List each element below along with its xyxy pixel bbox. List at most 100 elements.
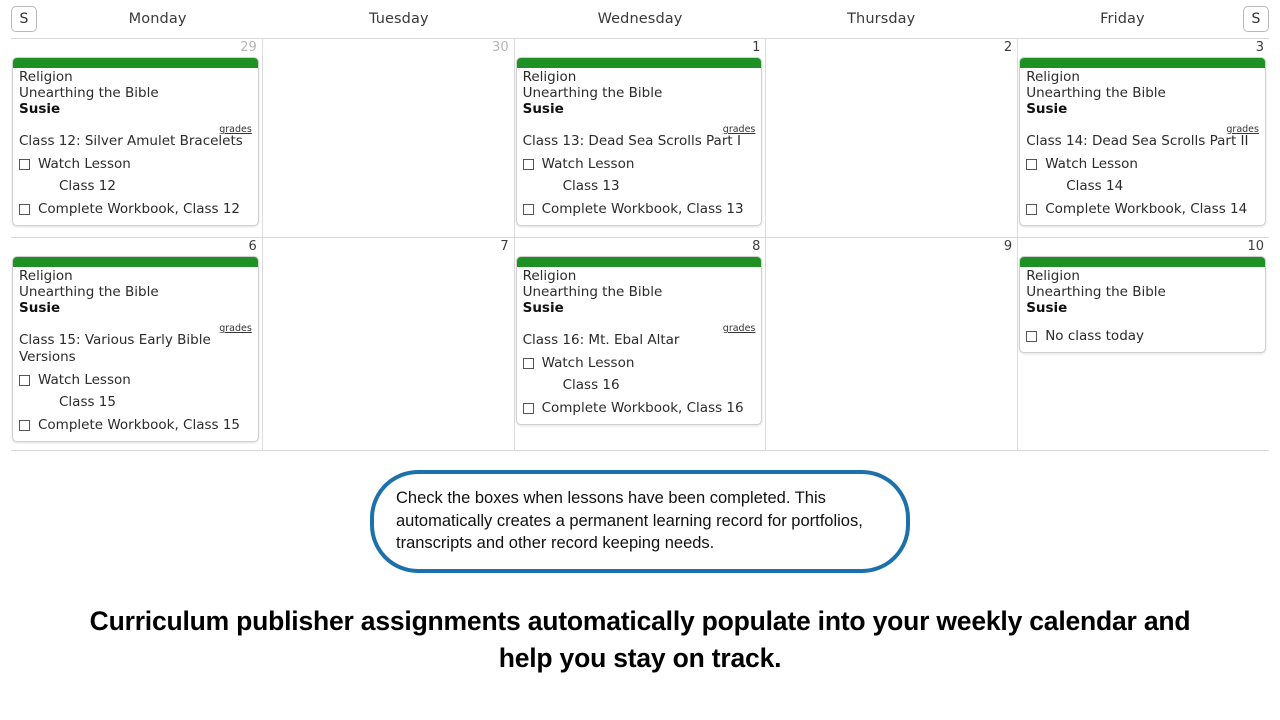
card-student: Susie xyxy=(522,300,564,316)
day-cell[interactable]: 30 xyxy=(263,39,515,237)
card-grades-row: grades xyxy=(1026,117,1259,135)
card-course: Unearthing the Bible xyxy=(19,283,159,300)
checkbox-icon[interactable] xyxy=(1026,159,1038,170)
day-cell[interactable]: 2 xyxy=(766,39,1019,237)
card-subject: Religion xyxy=(522,268,577,284)
day-number: 7 xyxy=(500,239,509,254)
card-subject: Religion xyxy=(19,268,73,284)
calendar-week-row: 29 Religion Unearthing the Bible Susie g… xyxy=(11,39,1269,238)
checkbox-icon[interactable] xyxy=(19,159,30,170)
card-lesson-title: Class 13: Dead Sea Scrolls Part I xyxy=(522,133,741,149)
card-course: Unearthing the Bible xyxy=(522,84,663,101)
day-cell[interactable]: 10 Religion Unearthing the Bible Susie N… xyxy=(1018,238,1269,450)
task-subitem: Class 13 xyxy=(562,178,620,194)
card-course: Unearthing the Bible xyxy=(19,84,159,101)
card-accent-bar xyxy=(13,58,258,68)
checkbox-icon[interactable] xyxy=(522,403,534,414)
day-number: 1 xyxy=(752,40,761,55)
card-lesson-title: Class 14: Dead Sea Scrolls Part II xyxy=(1026,133,1249,149)
day-cell[interactable]: 6 Religion Unearthing the Bible Susie gr… xyxy=(11,238,263,450)
card-course: Unearthing the Bible xyxy=(1026,84,1166,101)
weekday-name-row: Monday Tuesday Wednesday Thursday Friday xyxy=(37,11,1243,27)
task-subitem: Class 14 xyxy=(1066,178,1124,194)
day-cell[interactable]: 9 xyxy=(766,238,1019,450)
calendar-header: S Monday Tuesday Wednesday Thursday Frid… xyxy=(0,0,1280,38)
day-number: 2 xyxy=(1003,40,1013,55)
checkbox-icon[interactable] xyxy=(1026,331,1038,342)
day-number: 30 xyxy=(492,40,509,55)
task-label: Complete Workbook, Class 15 xyxy=(38,417,241,433)
task-label: Watch Lesson xyxy=(1045,156,1138,172)
checkbox-icon[interactable] xyxy=(19,420,30,431)
task-item[interactable]: Watch Lesson xyxy=(19,156,252,173)
task-item[interactable]: Complete Workbook, Class 12 xyxy=(19,201,252,218)
task-label: Complete Workbook, Class 16 xyxy=(541,400,744,416)
day-number: 3 xyxy=(1255,40,1264,55)
day-cell[interactable]: 29 Religion Unearthing the Bible Susie g… xyxy=(11,39,263,237)
task-label: Watch Lesson xyxy=(38,156,131,172)
day-cell[interactable]: 3 Religion Unearthing the Bible Susie gr… xyxy=(1018,39,1269,237)
task-label: Complete Workbook, Class 14 xyxy=(1045,201,1248,217)
weekday-name-monday: Monday xyxy=(128,11,187,27)
task-subitem: Class 15 xyxy=(59,394,116,410)
card-subject: Religion xyxy=(1026,268,1080,284)
task-item[interactable]: Complete Workbook, Class 14 xyxy=(1026,201,1259,218)
checkbox-icon[interactable] xyxy=(522,204,534,215)
task-item[interactable]: Watch Lesson xyxy=(1026,156,1259,173)
assignment-card[interactable]: Religion Unearthing the Bible Susie grad… xyxy=(12,256,259,442)
day-number: 6 xyxy=(248,239,257,254)
day-cell[interactable]: 7 xyxy=(263,238,515,450)
card-subject: Religion xyxy=(522,69,577,85)
weekend-toggle-right[interactable]: S xyxy=(1243,6,1269,32)
card-accent-bar xyxy=(1020,58,1265,68)
card-course: Unearthing the Bible xyxy=(522,283,663,300)
checkbox-icon[interactable] xyxy=(19,204,30,215)
task-item[interactable]: Complete Workbook, Class 15 xyxy=(19,417,252,434)
checkbox-icon[interactable] xyxy=(522,159,534,170)
task-label: Complete Workbook, Class 12 xyxy=(38,201,241,217)
calendar-week-row: 6 Religion Unearthing the Bible Susie gr… xyxy=(11,238,1269,451)
card-grades-row: grades xyxy=(19,117,252,135)
calendar-grid: 2 9 Religion Unearthing the Bible Susie g… xyxy=(11,38,1269,451)
task-item[interactable]: No class today xyxy=(1026,328,1259,345)
task-item[interactable]: Watch Lesson xyxy=(19,372,252,389)
grades-link[interactable]: grades xyxy=(219,323,252,334)
weekday-name-thursday: Thursday xyxy=(847,11,916,27)
task-label: Watch Lesson xyxy=(541,156,635,172)
card-student: Susie xyxy=(19,300,61,316)
checkbox-icon[interactable] xyxy=(19,375,30,386)
day-number: 9 xyxy=(1003,239,1013,254)
card-lesson-title: Class 16: Mt. Ebal Altar xyxy=(522,332,680,348)
task-item[interactable]: Watch Lesson xyxy=(522,355,756,372)
task-label: No class today xyxy=(1045,328,1145,344)
weekend-toggle-left[interactable]: S xyxy=(11,6,37,32)
tagline-heading: Curriculum publisher assignments automat… xyxy=(89,606,1191,673)
task-item[interactable]: Complete Workbook, Class 13 xyxy=(522,201,756,218)
assignment-card[interactable]: Religion Unearthing the Bible Susie grad… xyxy=(12,57,259,226)
card-lesson-title: Class 12: Silver Amulet Bracelets xyxy=(19,133,243,149)
checkbox-icon[interactable] xyxy=(522,358,534,369)
checkbox-icon[interactable] xyxy=(1026,204,1038,215)
assignment-card[interactable]: Religion Unearthing the Bible Susie grad… xyxy=(1019,57,1266,226)
task-label: Watch Lesson xyxy=(541,355,635,371)
task-item[interactable]: Complete Workbook, Class 16 xyxy=(522,400,756,417)
task-item[interactable]: Watch Lesson xyxy=(522,156,756,173)
assignment-card[interactable]: Religion Unearthing the Bible Susie grad… xyxy=(515,57,763,226)
card-grades-row: grades xyxy=(523,316,756,334)
callout-bubble: Check the boxes when lessons have been c… xyxy=(370,470,910,573)
assignment-card[interactable]: Religion Unearthing the Bible Susie No c… xyxy=(1019,256,1266,353)
task-label: Watch Lesson xyxy=(38,372,131,388)
card-subject: Religion xyxy=(19,69,73,85)
day-cell[interactable]: 8 Religion Unearthing the Bible Susie gr… xyxy=(515,238,767,450)
card-accent-bar xyxy=(516,58,762,68)
card-accent-bar xyxy=(516,257,762,267)
day-cell[interactable]: 1 Religion Unearthing the Bible Susie gr… xyxy=(515,39,767,237)
task-subitem: Class 16 xyxy=(562,377,620,393)
grades-link[interactable]: grades xyxy=(723,323,756,334)
assignment-card[interactable]: Religion Unearthing the Bible Susie grad… xyxy=(515,256,763,425)
callout-text: Check the boxes when lessons have been c… xyxy=(396,489,863,552)
weekday-name-friday: Friday xyxy=(1100,11,1145,27)
card-student: Susie xyxy=(1026,101,1068,117)
callout-container: Check the boxes when lessons have been c… xyxy=(0,470,1280,573)
card-student: Susie xyxy=(1026,300,1068,316)
